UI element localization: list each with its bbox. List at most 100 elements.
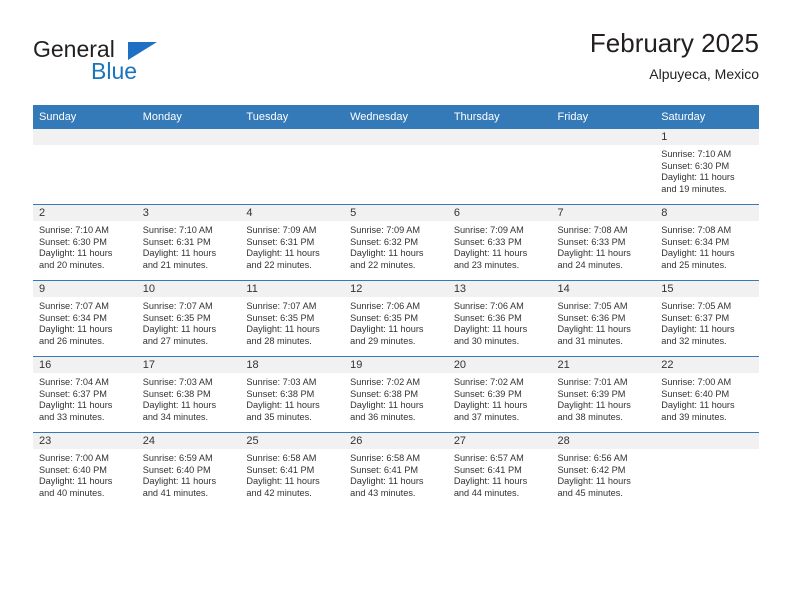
- day-details: Sunrise: 7:01 AM Sunset: 6:39 PM Daylight:…: [552, 373, 656, 423]
- day-number: 26: [344, 433, 448, 449]
- calendar-day-cell[interactable]: 28 Sunrise: 6:56 AM Sunset: 6:42 PM Dayligh…: [551, 432, 656, 508]
- calendar-day-cell[interactable]: 6 Sunrise: 7:09 AM Sunset: 6:33 PM Daylight…: [447, 204, 552, 281]
- day-details: Sunrise: 7:02 AM Sunset: 6:39 PM Daylight:…: [448, 373, 552, 423]
- day-details: Sunrise: 7:10 AM Sunset: 6:30 PM Daylight:…: [33, 221, 137, 271]
- calendar-day-cell[interactable]: 26 Sunrise: 6:58 AM Sunset: 6:41 PM Dayligh…: [344, 432, 448, 508]
- calendar-day-cell[interactable]: 27 Sunrise: 6:57 AM Sunset: 6:41 PM Dayligh…: [447, 432, 552, 508]
- day-details: Sunrise: 7:06 AM Sunset: 6:35 PM Daylight:…: [344, 297, 448, 347]
- sunset-time: Sunset: 6:40 PM: [661, 388, 730, 399]
- day-number: 24: [136, 433, 241, 449]
- day-details: Sunrise: 7:06 AM Sunset: 6:36 PM Daylight:…: [448, 297, 552, 347]
- daylight-duration-line2: and 31 minutes.: [557, 335, 623, 346]
- daylight-duration-line1: Daylight: 11 hours: [453, 400, 528, 411]
- calendar-day-cell[interactable]: 5 Sunrise: 7:09 AM Sunset: 6:32 PM Daylight…: [344, 204, 448, 281]
- sunrise-time: Sunrise: 7:09 AM: [350, 225, 421, 235]
- calendar-week-row: 9 Sunrise: 7:07 AM Sunset: 6:34 PM Daylight…: [33, 280, 759, 357]
- calendar-day-cell[interactable]: 17 Sunrise: 7:03 AM Sunset: 6:38 PM Dayligh…: [136, 356, 241, 433]
- title-block: February 2025 Alpuyeca, Mexico: [590, 28, 759, 84]
- day-details: Sunrise: 7:05 AM Sunset: 6:36 PM Daylight:…: [552, 297, 656, 347]
- day-number: 3: [136, 205, 241, 221]
- daylight-duration-line1: Daylight: 11 hours: [39, 476, 113, 487]
- sunset-time: Sunset: 6:38 PM: [246, 388, 315, 399]
- calendar-day-cell[interactable]: 19 Sunrise: 7:02 AM Sunset: 6:38 PM Dayligh…: [344, 356, 448, 433]
- general-blue-logo[interactable]: General Blue: [33, 36, 253, 96]
- day-details: Sunrise: 7:08 AM Sunset: 6:34 PM Daylight:…: [655, 221, 759, 271]
- calendar-day-cell[interactable]: 25 Sunrise: 6:58 AM Sunset: 6:41 PM Dayligh…: [240, 432, 345, 508]
- calendar-day-cell[interactable]: 7 Sunrise: 7:08 AM Sunset: 6:33 PM Daylight…: [551, 204, 656, 281]
- day-details: Sunrise: 7:10 AM Sunset: 6:30 PM Daylight:…: [655, 145, 759, 195]
- daylight-duration-line1: Daylight: 11 hours: [661, 324, 735, 335]
- daylight-duration-line2: and 37 minutes.: [453, 411, 520, 422]
- sunrise-time: Sunrise: 7:09 AM: [453, 225, 524, 235]
- day-number: 5: [344, 205, 448, 221]
- daylight-duration-line1: Daylight: 11 hours: [39, 400, 113, 411]
- daylight-duration-line1: Daylight: 11 hours: [142, 248, 217, 259]
- calendar-day-cell[interactable]: 9 Sunrise: 7:07 AM Sunset: 6:34 PM Daylight…: [33, 280, 137, 357]
- sunrise-time: Sunrise: 7:08 AM: [661, 225, 732, 235]
- calendar-day-cell[interactable]: 15 Sunrise: 7:05 AM Sunset: 6:37 PM Dayligh…: [655, 280, 759, 357]
- calendar-day-cell[interactable]: 20 Sunrise: 7:02 AM Sunset: 6:39 PM Dayligh…: [447, 356, 552, 433]
- page-title: February 2025: [589, 28, 759, 58]
- sunset-time: Sunset: 6:30 PM: [39, 236, 107, 247]
- calendar-day-cell[interactable]: 1 Sunrise: 7:10 AM Sunset: 6:30 PM Daylight…: [655, 128, 759, 205]
- day-details: Sunrise: 7:03 AM Sunset: 6:38 PM Daylight:…: [137, 373, 241, 423]
- daylight-duration-line2: and 42 minutes.: [246, 487, 312, 498]
- daylight-duration-line1: Daylight: 11 hours: [350, 324, 424, 335]
- daylight-duration-line2: and 34 minutes.: [142, 411, 209, 422]
- sunrise-time: Sunrise: 6:56 AM: [557, 453, 628, 463]
- page-subtitle: Alpuyeca, Mexico: [649, 66, 759, 82]
- daylight-duration-line1: Daylight: 11 hours: [142, 476, 217, 487]
- calendar-day-cell[interactable]: 22 Sunrise: 7:00 AM Sunset: 6:40 PM Dayligh…: [655, 356, 759, 433]
- calendar-day-cell[interactable]: 2 Sunrise: 7:10 AM Sunset: 6:30 PM Daylight…: [33, 204, 137, 281]
- daylight-duration-line1: Daylight: 11 hours: [246, 476, 320, 487]
- calendar-day-cell[interactable]: 8 Sunrise: 7:08 AM Sunset: 6:34 PM Daylight…: [655, 204, 759, 281]
- day-number: [344, 129, 448, 145]
- calendar-day-cell[interactable]: 23 Sunrise: 7:00 AM Sunset: 6:40 PM Dayligh…: [33, 432, 137, 508]
- day-details: Sunrise: 7:07 AM Sunset: 6:35 PM Daylight:…: [240, 297, 344, 347]
- calendar-week-row: 23 Sunrise: 7:00 AM Sunset: 6:40 PM Dayligh…: [33, 432, 759, 508]
- day-number: 18: [240, 357, 345, 373]
- sunset-time: Sunset: 6:34 PM: [661, 236, 730, 247]
- daylight-duration-line1: Daylight: 11 hours: [350, 476, 424, 487]
- sunrise-time: Sunrise: 7:10 AM: [39, 225, 109, 235]
- calendar-day-cell[interactable]: 11 Sunrise: 7:07 AM Sunset: 6:35 PM Dayligh…: [240, 280, 345, 357]
- calendar-day-cell[interactable]: 18 Sunrise: 7:03 AM Sunset: 6:38 PM Dayligh…: [240, 356, 345, 433]
- calendar-day-cell[interactable]: 21 Sunrise: 7:01 AM Sunset: 6:39 PM Dayligh…: [551, 356, 656, 433]
- sunrise-time: Sunrise: 7:01 AM: [557, 377, 628, 387]
- calendar-day-cell[interactable]: 14 Sunrise: 7:05 AM Sunset: 6:36 PM Dayligh…: [551, 280, 656, 357]
- day-number: 10: [136, 281, 241, 297]
- calendar-day-cell[interactable]: 3 Sunrise: 7:10 AM Sunset: 6:31 PM Daylight…: [136, 204, 241, 281]
- daylight-duration-line1: Daylight: 11 hours: [557, 248, 631, 259]
- day-number: 25: [240, 433, 345, 449]
- day-number: 16: [33, 357, 137, 373]
- calendar-day-cell[interactable]: 13 Sunrise: 7:06 AM Sunset: 6:36 PM Dayligh…: [447, 280, 552, 357]
- day-details: Sunrise: 7:05 AM Sunset: 6:37 PM Daylight:…: [655, 297, 759, 347]
- weekday-header-wednesday: Wednesday: [344, 105, 448, 129]
- sunrise-time: Sunrise: 7:02 AM: [453, 377, 524, 387]
- day-number: 2: [33, 205, 137, 221]
- daylight-duration-line1: Daylight: 11 hours: [350, 248, 424, 259]
- day-number: 13: [447, 281, 552, 297]
- sunset-time: Sunset: 6:41 PM: [453, 464, 522, 475]
- day-number: [655, 433, 759, 449]
- calendar-day-cell[interactable]: 16 Sunrise: 7:04 AM Sunset: 6:37 PM Dayligh…: [33, 356, 137, 433]
- sunset-time: Sunset: 6:40 PM: [39, 464, 107, 475]
- day-number: 1: [655, 129, 759, 145]
- calendar-empty-cell: [551, 128, 656, 205]
- calendar-empty-cell: [344, 128, 448, 205]
- sunrise-sunset-calendar: Sunday Monday Tuesday Wednesday Thursday…: [33, 105, 759, 508]
- daylight-duration-line2: and 40 minutes.: [39, 487, 105, 498]
- day-details: Sunrise: 6:57 AM Sunset: 6:41 PM Daylight:…: [448, 449, 552, 499]
- calendar-day-cell[interactable]: 24 Sunrise: 6:59 AM Sunset: 6:40 PM Dayligh…: [136, 432, 241, 508]
- calendar-day-cell[interactable]: 10 Sunrise: 7:07 AM Sunset: 6:35 PM Dayligh…: [136, 280, 241, 357]
- calendar-week-row: 1 Sunrise: 7:10 AM Sunset: 6:30 PM Daylight…: [33, 128, 759, 205]
- sunrise-time: Sunrise: 7:07 AM: [246, 301, 317, 311]
- day-details: Sunrise: 7:02 AM Sunset: 6:38 PM Daylight:…: [344, 373, 448, 423]
- day-details: Sunrise: 7:09 AM Sunset: 6:31 PM Daylight:…: [240, 221, 344, 271]
- calendar-day-cell[interactable]: 4 Sunrise: 7:09 AM Sunset: 6:31 PM Daylight…: [240, 204, 345, 281]
- logo-text-blue: Blue: [91, 58, 138, 84]
- sunset-time: Sunset: 6:36 PM: [453, 312, 522, 323]
- sunset-time: Sunset: 6:31 PM: [246, 236, 315, 247]
- daylight-duration-line2: and 19 minutes.: [661, 183, 727, 194]
- calendar-day-cell[interactable]: 12 Sunrise: 7:06 AM Sunset: 6:35 PM Dayligh…: [344, 280, 448, 357]
